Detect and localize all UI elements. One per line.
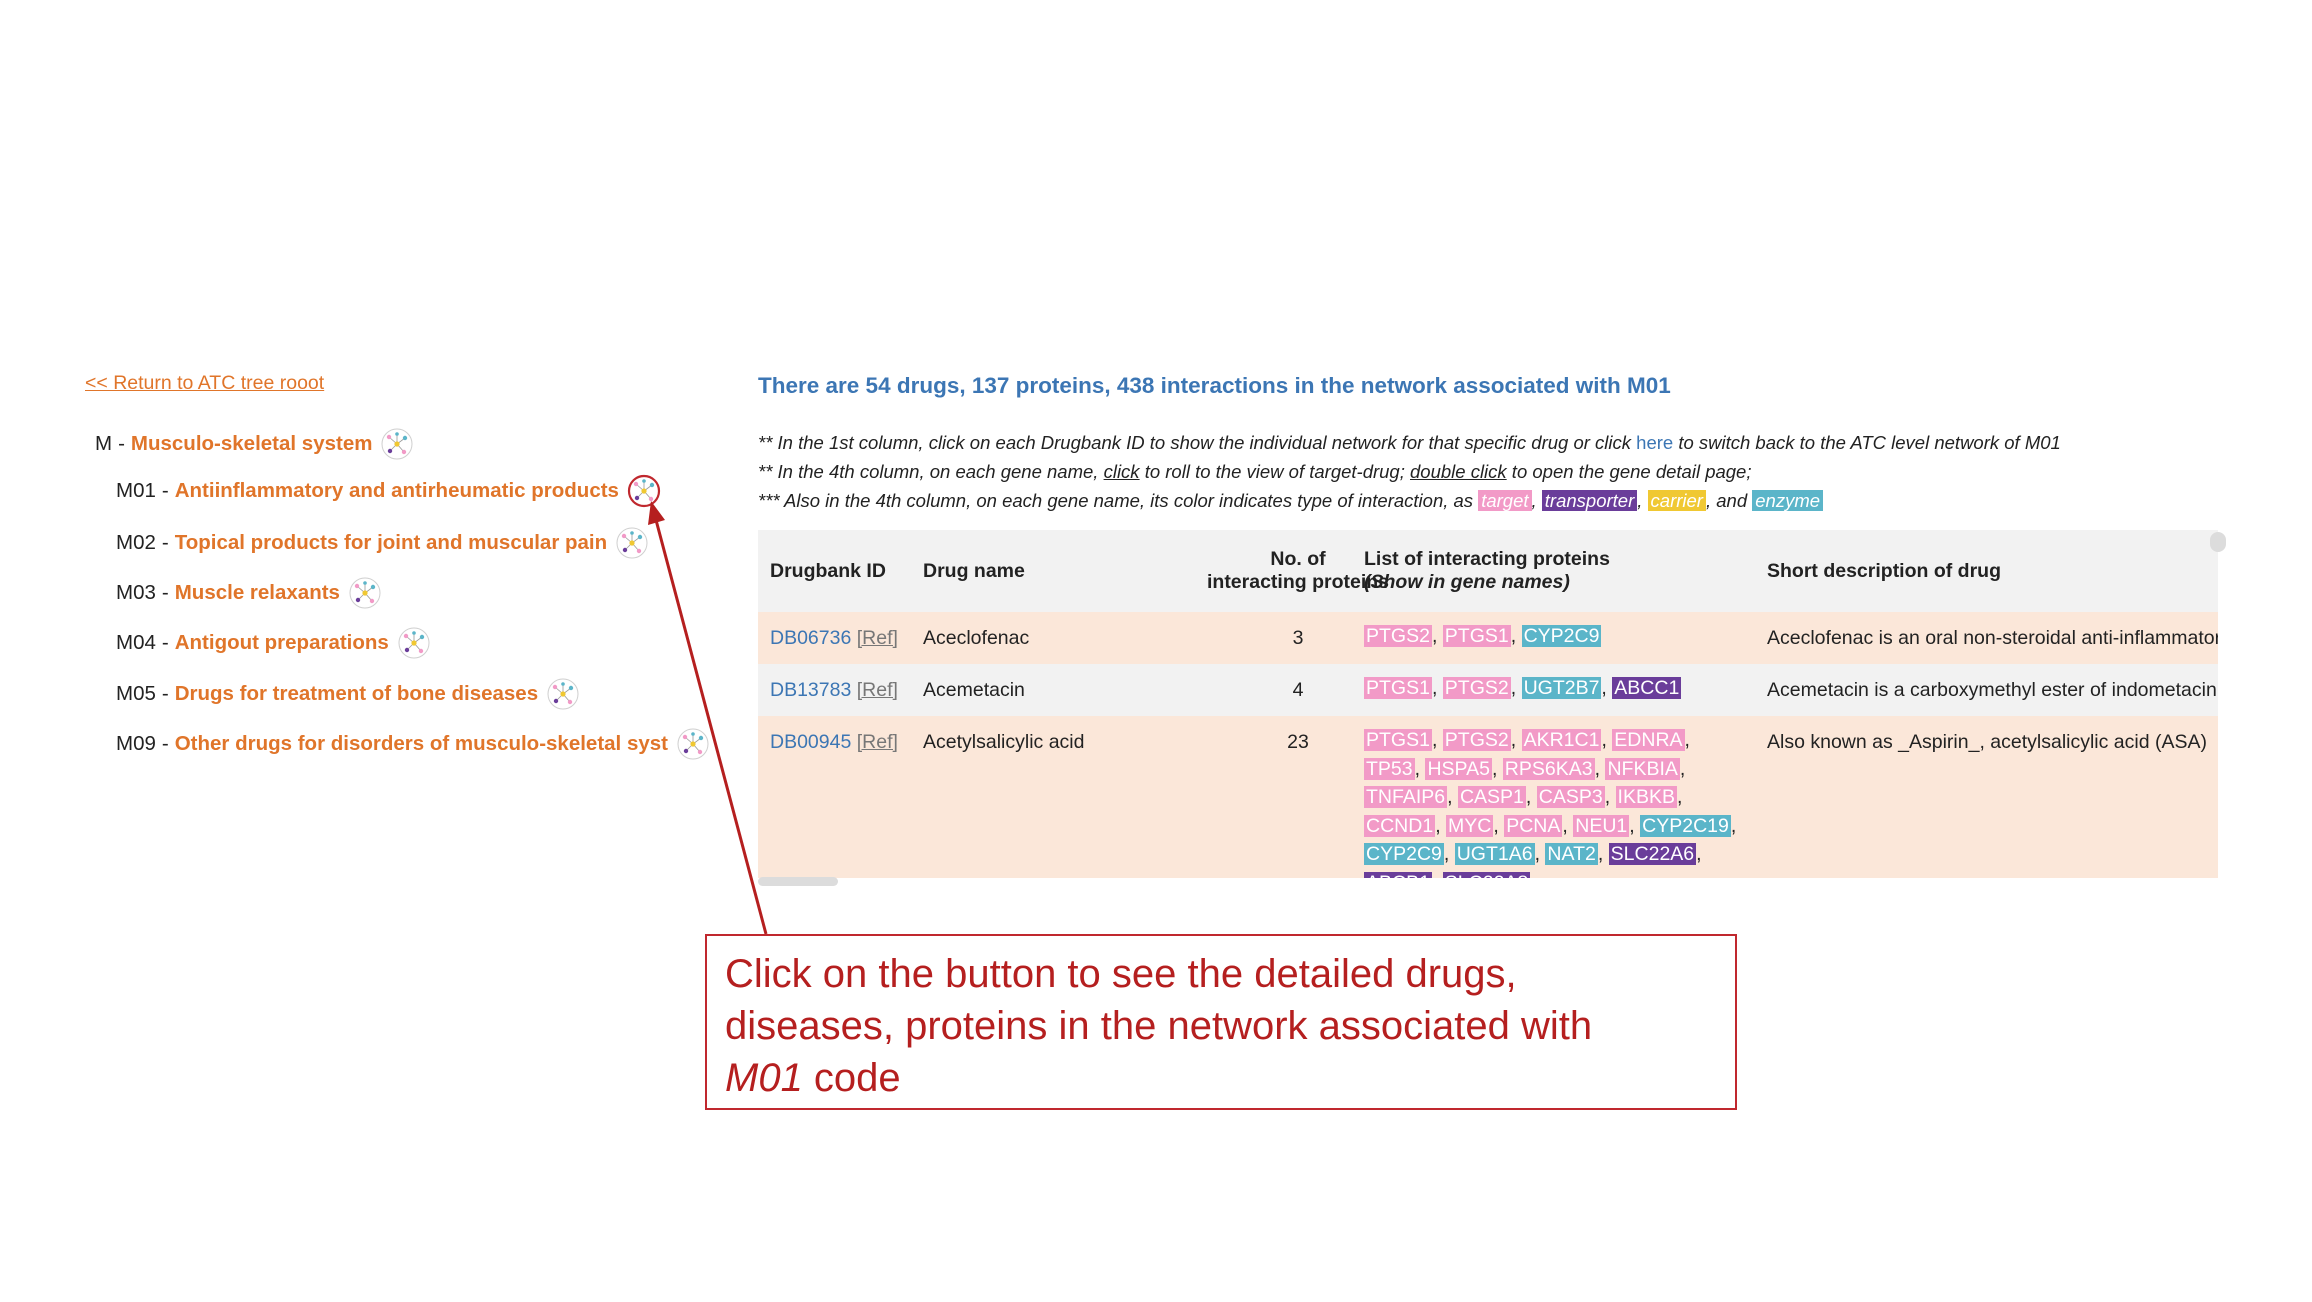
drug-name: Acemetacin [923, 679, 1025, 701]
drug-name: Aceclofenac [923, 627, 1030, 649]
tree-node-m02: M02- Topical products for joint and muscu… [116, 526, 649, 560]
tree-node-m01: M01- Antiinflammatory and antirheumatic p… [116, 474, 661, 508]
drug-name: Acetylsalicylic acid [923, 731, 1085, 753]
drug-description: Aceclofenac is an oral non-steroidal ant… [1767, 627, 2218, 649]
tree-label-m[interactable]: Musculo-skeletal system [131, 432, 373, 456]
note-line-2: ** In the 4th column, on each gene name,… [758, 461, 1752, 482]
protein-count: 4 [1292, 679, 1304, 701]
gene-chip-target[interactable]: CCND1 [1364, 814, 1436, 837]
gene-list: PTGS1, PTGS2, AKR1C1, EDNRA, TP53, HSPA5… [1364, 726, 1744, 878]
tree-label-m05[interactable]: Drugs for treatment of bone diseases [175, 682, 538, 706]
tree-label-m03[interactable]: Muscle relaxants [175, 581, 340, 605]
tree-code: M04 [116, 631, 156, 654]
network-icon[interactable] [615, 526, 649, 560]
tree-node-m: M - Musculo-skeletal system [95, 427, 414, 461]
here-link[interactable]: here [1636, 432, 1673, 453]
gene-list: PTGS2, PTGS1, CYP2C9 [1364, 625, 1602, 647]
network-icon[interactable] [627, 474, 661, 508]
tree-code: M09 [116, 732, 156, 755]
header-drugbank-id: Drugbank ID [770, 559, 886, 582]
tree-label-m04[interactable]: Antigout preparations [175, 631, 389, 655]
header-description: Short description of drug [1767, 559, 2001, 582]
network-icon[interactable] [397, 626, 431, 660]
gene-chip-target[interactable]: NFKBIA [1605, 757, 1680, 780]
gene-chip-transporter[interactable]: SLC22A8 [1442, 871, 1531, 878]
tree-node-m03: M03- Muscle relaxants [116, 576, 382, 610]
tree-node-m09: M09- Other drugs for disorders of musculo… [116, 727, 710, 761]
gene-chip-enzyme[interactable]: CYP2C9 [1521, 625, 1602, 647]
tree-code: M [95, 432, 113, 455]
note-line-3: *** Also in the 4th column, on each gene… [758, 490, 2061, 519]
protein-count: 3 [1292, 627, 1304, 649]
gene-chip-target[interactable]: NEU1 [1573, 814, 1630, 837]
tree-label-m09[interactable]: Other drugs for disorders of musculo-ske… [175, 732, 668, 756]
network-summary: There are 54 drugs, 137 proteins, 438 in… [758, 373, 1671, 398]
drugbank-id-link[interactable]: DB06736 [770, 627, 851, 649]
gene-chip-target[interactable]: PCNA [1504, 814, 1563, 837]
gene-chip-target[interactable]: PTGS1 [1442, 625, 1511, 647]
gene-chip-target[interactable]: CASP3 [1536, 786, 1605, 808]
gene-chip-enzyme[interactable]: NAT2 [1545, 843, 1598, 865]
gene-chip-enzyme[interactable]: CYP2C9 [1364, 843, 1444, 865]
horizontal-scrollbar[interactable] [758, 877, 838, 886]
drugbank-id-link[interactable]: DB00945 [770, 731, 851, 753]
header-protein-list: List of interacting proteins (Show in gen… [1364, 548, 1610, 593]
legend-enzyme: enzyme [1752, 490, 1824, 511]
gene-chip-target[interactable]: IKBKB [1615, 786, 1677, 808]
gene-chip-target[interactable]: EDNRA [1612, 729, 1685, 751]
gene-list: PTGS1, PTGS2, UGT2B7, ABCC1 [1364, 677, 1682, 699]
gene-chip-target[interactable]: CASP1 [1457, 786, 1526, 808]
gene-chip-transporter[interactable]: ABCC1 [1612, 677, 1682, 699]
gene-chip-target[interactable]: TP53 [1364, 757, 1415, 780]
gene-chip-target[interactable]: HSPA5 [1425, 757, 1492, 780]
vertical-scrollbar[interactable] [2210, 532, 2226, 552]
tree-code: M03 [116, 581, 156, 604]
table-row: DB06736 [Ref] Aceclofenac 3 PTGS2, PTGS1… [758, 612, 2218, 664]
legend-carrier: carrier [1647, 490, 1706, 511]
gene-chip-enzyme[interactable]: CYP2C19 [1640, 814, 1731, 837]
drug-table: Drugbank ID Drug name No. of interacting … [758, 530, 2218, 878]
gene-chip-target[interactable]: PTGS1 [1364, 677, 1432, 699]
network-icon[interactable] [380, 427, 414, 461]
legend-target: target [1478, 490, 1532, 511]
network-icon[interactable] [676, 727, 710, 761]
network-icon[interactable] [348, 576, 382, 610]
tree-label-m01[interactable]: Antiinflammatory and antirheumatic produ… [175, 479, 619, 503]
network-icon[interactable] [546, 677, 580, 711]
gene-chip-transporter[interactable]: SLC22A6 [1608, 843, 1697, 865]
legend-transporter: transporter [1541, 490, 1638, 511]
instructions: ** In the 1st column, click on each Drug… [758, 432, 2061, 519]
protein-count: 23 [1287, 731, 1309, 753]
gene-chip-target[interactable]: PTGS2 [1442, 729, 1511, 751]
gene-chip-target[interactable]: MYC [1446, 814, 1494, 837]
tree-node-m04: M04- Antigout preparations [116, 626, 431, 660]
annotation-callout: Click on the button to see the detailed … [705, 934, 1737, 1110]
gene-chip-enzyme[interactable]: UGT1A6 [1454, 843, 1535, 865]
gene-chip-enzyme[interactable]: UGT2B7 [1521, 677, 1602, 699]
return-to-atc-root-link[interactable]: << Return to ATC tree rooot [85, 372, 324, 395]
header-drug-name: Drug name [923, 559, 1025, 582]
drug-description: Acemetacin is a carboxymethyl ester of i… [1767, 679, 2217, 701]
tree-code: M01 [116, 479, 156, 502]
drugbank-id-link[interactable]: DB13783 [770, 679, 851, 701]
gene-chip-transporter[interactable]: ABCB1 [1364, 871, 1432, 878]
ref-link[interactable]: [Ref] [857, 731, 898, 753]
gene-chip-target[interactable]: PTGS1 [1364, 729, 1432, 751]
note-line-1: ** In the 1st column, click on each Drug… [758, 432, 2061, 453]
tree-node-m05: M05- Drugs for treatment of bone diseases [116, 677, 580, 711]
table-row: DB00945 [Ref] Acetylsalicylic acid 23 PT… [758, 716, 2218, 878]
ref-link[interactable]: [Ref] [857, 679, 898, 701]
table-header: Drugbank ID Drug name No. of interacting … [758, 530, 2218, 612]
gene-chip-target[interactable]: PTGS2 [1364, 625, 1432, 647]
gene-chip-target[interactable]: RPS6KA3 [1502, 757, 1595, 780]
gene-chip-target[interactable]: PTGS2 [1442, 677, 1511, 699]
gene-chip-target[interactable]: AKR1C1 [1521, 729, 1602, 751]
drug-description: Also known as _Aspirin_, acetylsalicylic… [1767, 731, 2208, 753]
tree-label-m02[interactable]: Topical products for joint and muscular … [175, 531, 607, 555]
ref-link[interactable]: [Ref] [857, 627, 898, 649]
tree-code: M05 [116, 682, 156, 705]
gene-chip-target[interactable]: TNFAIP6 [1364, 786, 1448, 808]
tree-code: M02 [116, 531, 156, 554]
table-row: DB13783 [Ref] Acemetacin 4 PTGS1, PTGS2,… [758, 664, 2218, 716]
